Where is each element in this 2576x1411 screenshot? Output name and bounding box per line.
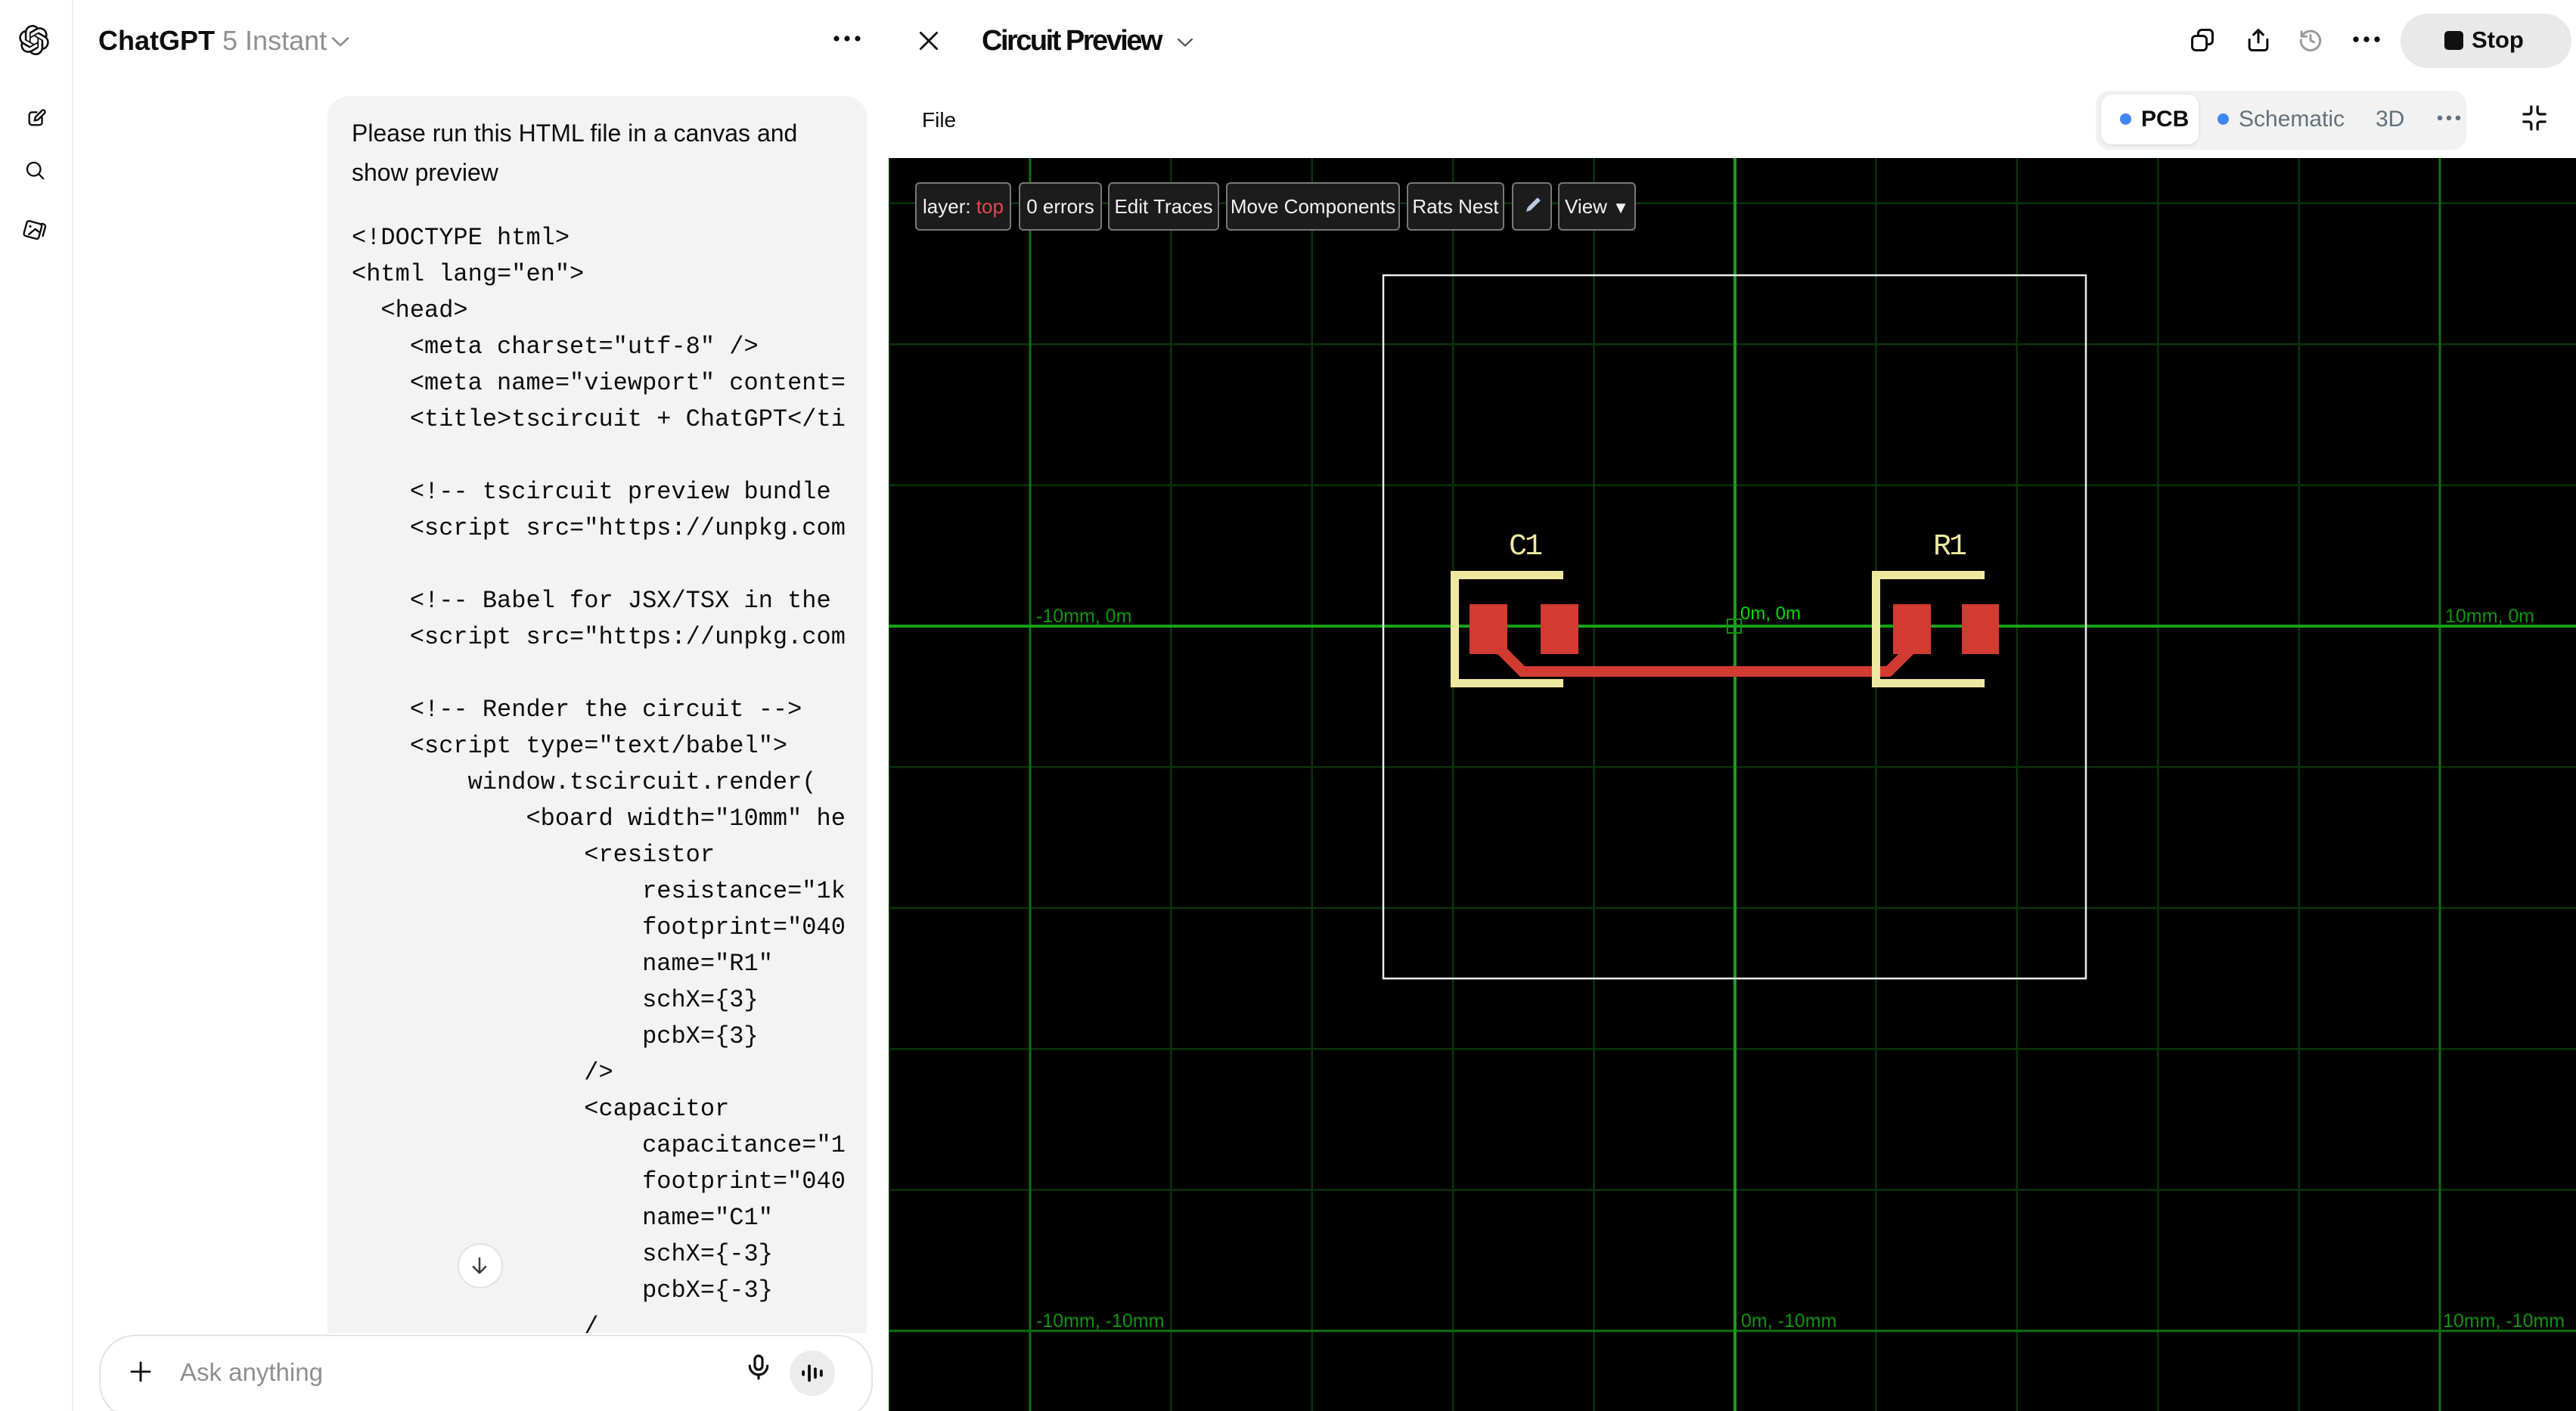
svg-text:-10mm, 0m: -10mm, 0m [1036, 606, 1131, 627]
svg-text:10mm, -10mm: 10mm, -10mm [2443, 1310, 2565, 1332]
svg-text:C1: C1 [1509, 530, 1542, 564]
svg-text:0m, -10mm: 0m, -10mm [1741, 1310, 1836, 1332]
svg-text:R1: R1 [1933, 530, 1966, 564]
svg-text:10mm, 0m: 10mm, 0m [2445, 606, 2534, 627]
svg-text:-10mm, -10mm: -10mm, -10mm [1036, 1310, 1164, 1332]
svg-text:0m, 0m: 0m, 0m [1740, 603, 1801, 624]
